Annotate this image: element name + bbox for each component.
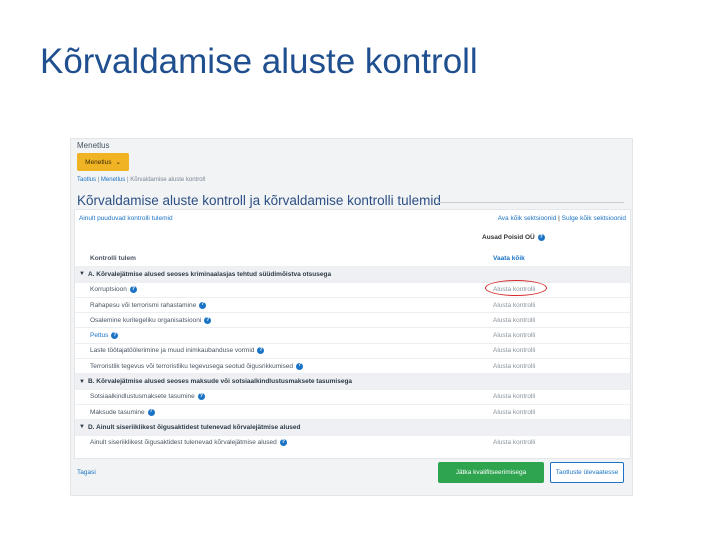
column-header-result: Kontrolli tulem (90, 255, 136, 263)
view-all-link[interactable]: Vaata kõik (493, 255, 525, 262)
breadcrumb: Taotlus | Menetlus | Kõrvaldamise aluste… (77, 177, 206, 183)
row-label: Pettus (90, 332, 109, 340)
help-icon[interactable]: ? (537, 234, 545, 241)
start-control-link[interactable]: Alusta kontrolli (493, 332, 535, 339)
table-row: Terroristlik tegevus või terroristliku t… (75, 358, 630, 373)
help-icon[interactable]: ? (147, 408, 155, 416)
table-row: Maksude tasumine ? Alusta kontrolli (75, 403, 630, 419)
help-icon[interactable]: ? (199, 301, 207, 309)
title-divider (437, 202, 624, 203)
breadcrumb-item: Kõrvaldamise aluste kontroll (130, 177, 206, 183)
start-control-link[interactable]: Alusta kontrolli (493, 302, 535, 309)
row-label: Maksude tasumine (90, 408, 145, 416)
row-label: Sotsiaalkindlustusmaksete tasumine (90, 393, 195, 401)
help-icon[interactable]: ? (197, 393, 205, 401)
control-card: Ainult puuduvad kontrolli tulemid Ava kõ… (74, 209, 631, 459)
section-label: D. Ainult siseriiklikest õigusaktidest t… (87, 423, 301, 431)
section-label: A. Kõrvalejätmise alused seoses kriminaa… (87, 270, 332, 278)
app-screenshot: Menetlus Menetlus ⌄ Taotlus | Menetlus |… (70, 138, 633, 496)
back-link[interactable]: Tagasi (77, 469, 96, 476)
card-toolbar: Ainult puuduvad kontrolli tulemid Ava kõ… (75, 210, 630, 226)
chevron-down-icon[interactable]: ▼ (79, 379, 85, 385)
footer-actions: Tagasi Jätka kvalifitseerimisega Taotlus… (71, 457, 632, 495)
control-table: Kontrolli tulem Vaata kõik ▼ A. Kõrvalej… (75, 251, 630, 450)
row-label: Rahapesu või terrorismi rahastamine (90, 301, 197, 309)
row-label: Korruptsioon (90, 286, 127, 294)
row-label: Osalemine kuritegeliku organisatsiooni (90, 316, 202, 324)
help-icon[interactable]: ? (296, 362, 304, 370)
row-label: Ainult siseriiklikest õigusaktidest tule… (90, 439, 277, 447)
chevron-down-icon[interactable]: ▼ (79, 424, 85, 430)
missing-results-filter-link[interactable]: Ainult puuduvad kontrolli tulemid (79, 215, 173, 222)
table-row: Osalemine kuritegeliku organisatsiooni ?… (75, 312, 630, 327)
menu-dropdown-button[interactable]: Menetlus ⌄ (77, 153, 129, 171)
section-label: B. Kõrvalejätmise alused seoses maksude … (87, 378, 353, 386)
table-row: Korruptsioon ? Alusta kontrolli (75, 279, 630, 297)
start-control-link[interactable]: Alusta kontrolli (493, 393, 535, 400)
chevron-down-icon[interactable]: ▼ (79, 271, 85, 277)
help-icon[interactable]: ? (279, 439, 287, 447)
table-row: Ainult siseriiklikest õigusaktidest tule… (75, 434, 630, 450)
table-row: Pettus ? Alusta kontrolli (75, 327, 630, 342)
row-label: Terroristlik tegevus või terroristliku t… (90, 362, 294, 370)
table-row: Sotsiaalkindlustusmaksete tasumine ? Alu… (75, 388, 630, 404)
table-row: Rahapesu või terrorismi rahastamine ? Al… (75, 296, 630, 312)
slide-title: Kõrvaldamise aluste kontroll (40, 42, 478, 81)
start-control-link[interactable]: Alusta kontrolli (493, 347, 535, 354)
section-row-d[interactable]: ▼ D. Ainult siseriiklikest õigusaktidest… (75, 419, 630, 435)
company-name: Ausad Poisid OÜ (482, 234, 535, 241)
breadcrumb-item[interactable]: Taotlus (77, 177, 96, 183)
section-row-b[interactable]: ▼ B. Kõrvalejätmise alused seoses maksud… (75, 373, 630, 389)
table-header-row: Kontrolli tulem Vaata kõik (75, 251, 630, 266)
help-icon[interactable]: ? (111, 332, 119, 340)
expand-all-link[interactable]: Ava kõik sektsioonid (498, 215, 557, 222)
collapse-all-link[interactable]: Sulge kõik sektsioonid (562, 215, 626, 222)
continue-qualification-button[interactable]: Jätka kvalifitseerimisega (438, 462, 544, 483)
highlight-circle (485, 279, 547, 296)
start-control-link[interactable]: Alusta kontrolli (493, 439, 535, 446)
company-column-header: Ausad Poisid OÜ ? (482, 234, 545, 241)
start-control-link[interactable]: Alusta kontrolli (493, 363, 535, 370)
start-control-link[interactable]: Alusta kontrolli (493, 317, 535, 324)
row-label: Laste töötajatöölerimine ja muud inimkau… (90, 347, 255, 355)
table-row: Laste töötajatöölerimine ja muud inimkau… (75, 342, 630, 358)
section-toggle-links: Ava kõik sektsioonid | Sulge kõik sektsi… (497, 214, 626, 222)
page-title: Kõrvaldamise aluste kontroll ja kõrvalda… (77, 193, 441, 208)
chevron-down-icon: ⌄ (115, 159, 121, 166)
menu-label: Menetlus (77, 141, 110, 150)
applications-overview-button[interactable]: Taotluste ülevaatesse (550, 462, 624, 483)
section-row-a[interactable]: ▼ A. Kõrvalejätmise alused seoses krimin… (75, 266, 630, 282)
help-icon[interactable]: ? (257, 347, 265, 355)
menu-button-label: Menetlus (85, 158, 112, 166)
breadcrumb-item[interactable]: Menetlus (101, 177, 125, 183)
start-control-link[interactable]: Alusta kontrolli (493, 409, 535, 416)
help-icon[interactable]: ? (129, 286, 137, 294)
help-icon[interactable]: ? (204, 316, 212, 324)
